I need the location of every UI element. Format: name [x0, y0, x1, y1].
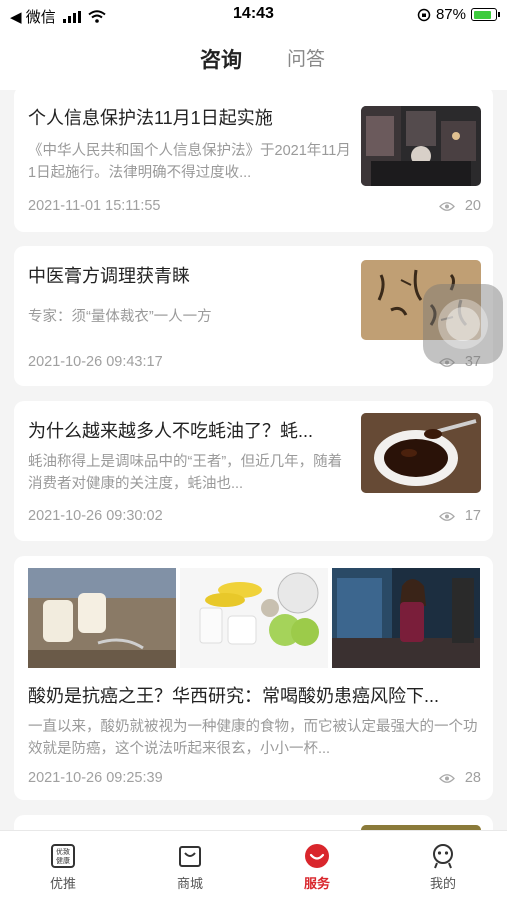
article-summary: 一直以来，酸奶就被视为一种健康的食物，而它被认定最强大的一个功效就是防癌，这个说… [28, 719, 478, 757]
article-card[interactable] [14, 815, 493, 830]
article-card[interactable]: 为什么越来越多人不吃蚝油了？蚝... 蚝油称得上是调味品中的“王者”，但近几年，… [14, 401, 493, 541]
article-card[interactable]: 个人信息保护法11月1日起实施 《中华人民共和国个人信息保护法》于2021年11… [14, 90, 493, 232]
view-count-value: 20 [464, 198, 481, 214]
battery-icon [471, 8, 500, 21]
eye-icon [438, 511, 455, 521]
svg-text:优致: 优致 [56, 847, 70, 856]
article-title: 个人信息保护法11月1日起实施 [28, 108, 273, 128]
bottom-nav: 优致 健康 优推 商城 服务 我的 [0, 830, 507, 900]
article-summary: 《中华人民共和国个人信息保护法》于2021年11月1日起施行。法律明确不得过度收… [28, 143, 351, 181]
nav-item-mall[interactable]: 商城 [150, 843, 230, 892]
nav-item-service[interactable]: 服务 [277, 843, 357, 892]
profile-face-icon [433, 844, 453, 869]
article-title: 酸奶是抗癌之王？华西研究：常喝酸奶患癌风险下... [28, 686, 440, 706]
tab-consult[interactable]: 咨询 [200, 44, 242, 74]
article-image [180, 568, 328, 668]
status-right: 87% [417, 6, 500, 23]
article-summary: 蚝油称得上是调味品中的“王者”，但近几年，随着消费者对健康的关注度，蚝油也... [28, 454, 343, 492]
nav-item-recommend[interactable]: 优致 健康 优推 [23, 843, 103, 892]
article-card[interactable]: 中医膏方调理获青睐 专家：须“量体裁衣”一人一方 2021-10-26 09:4… [14, 246, 493, 386]
svg-text:健康: 健康 [56, 856, 70, 865]
article-thumbnail [361, 413, 481, 493]
article-title: 为什么越来越多人不吃蚝油了？蚝... [28, 421, 314, 441]
eye-icon [438, 773, 455, 783]
nav-label: 优推 [49, 876, 76, 891]
article-feed[interactable]: 个人信息保护法11月1日起实施 《中华人民共和国个人信息保护法》于2021年11… [0, 90, 507, 830]
article-image [28, 568, 176, 668]
article-card[interactable]: 酸奶是抗癌之王？华西研究：常喝酸奶患癌风险下... 一直以来，酸奶就被视为一种健… [14, 556, 493, 800]
article-date: 2021-10-26 09:25:39 [28, 770, 163, 786]
view-count: 28 [438, 770, 481, 786]
orientation-lock-icon [417, 8, 431, 21]
article-thumbnail [361, 106, 481, 186]
nav-label: 商城 [176, 876, 203, 891]
top-tabs: 咨询 问答 [0, 30, 507, 90]
battery-percent: 87% [435, 6, 466, 23]
nav-label: 我的 [429, 876, 456, 891]
article-image-row [28, 568, 480, 668]
shopping-bag-icon [179, 846, 201, 867]
view-count: 17 [438, 508, 481, 524]
view-count-value: 17 [464, 508, 481, 524]
article-image [332, 568, 480, 668]
article-date: 2021-10-26 09:30:02 [28, 508, 163, 524]
article-title: 中医膏方调理获青睐 [28, 266, 190, 286]
view-count-value: 28 [464, 770, 481, 786]
article-date: 2021-11-01 15:11:55 [28, 198, 161, 214]
recommend-badge-icon: 优致健康 [51, 844, 75, 868]
article-summary: 专家：须“量体裁衣”一人一方 [28, 309, 212, 325]
eye-icon [438, 201, 455, 211]
tab-qa[interactable]: 问答 [287, 44, 325, 71]
status-bar: ◀ 微信 14:43 87% [0, 0, 507, 30]
nav-item-profile[interactable]: 我的 [403, 843, 483, 892]
service-smile-icon [305, 844, 329, 868]
article-date: 2021-10-26 09:43:17 [28, 354, 163, 370]
assistive-touch-button[interactable] [423, 284, 503, 364]
view-count: 20 [438, 198, 481, 214]
nav-label: 服务 [303, 876, 330, 891]
